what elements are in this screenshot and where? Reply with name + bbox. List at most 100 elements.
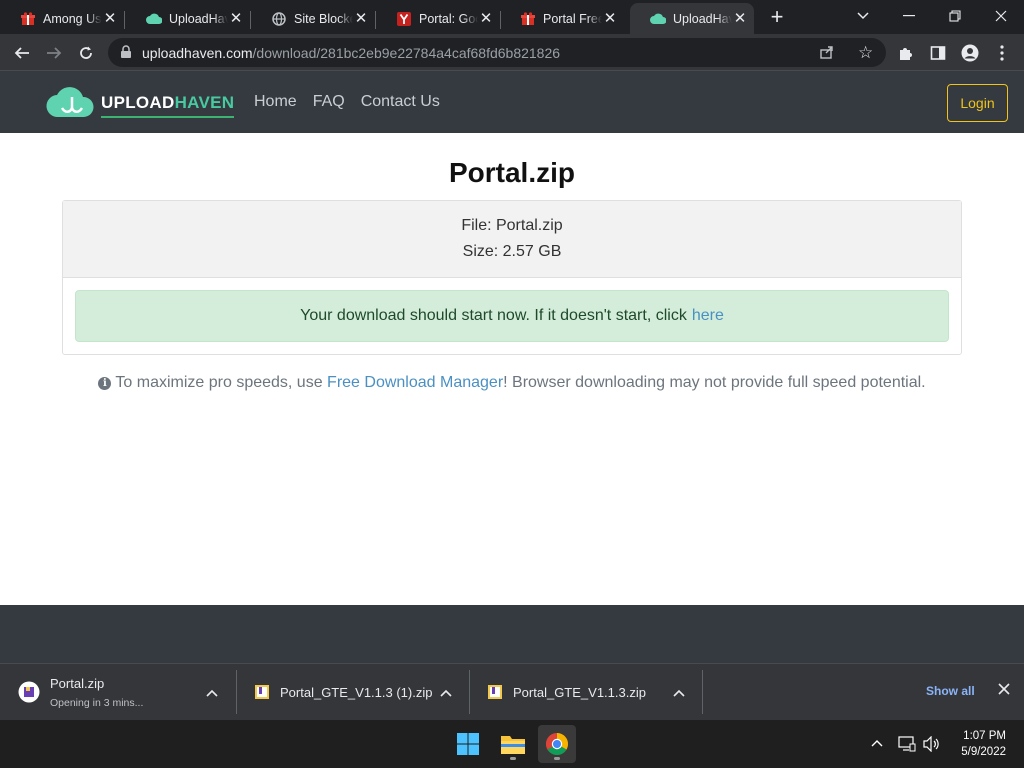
shelf-separator (702, 670, 703, 714)
tray-chevron-up-icon[interactable] (871, 734, 883, 750)
uploadhaven-cloud-logo-icon (46, 81, 96, 126)
chevron-up-icon[interactable] (206, 684, 222, 700)
site-navbar: UPLOADHAVEN Home FAQ Contact Us Login (0, 71, 1024, 133)
file-size-line: Size: 2.57 GB (462, 243, 562, 260)
tab-portal-free[interactable]: Portal Free ✕ (500, 3, 624, 34)
back-arrow-icon[interactable] (8, 39, 36, 67)
nav-home-link[interactable]: Home (254, 93, 297, 111)
address-bar[interactable]: uploadhaven.com/download/281bc2eb9e22784… (108, 38, 886, 67)
chevron-up-icon[interactable] (440, 684, 456, 700)
uploadhaven-cloud-icon (146, 11, 162, 27)
site-footer (0, 605, 1024, 663)
url-text: uploadhaven.com/download/281bc2eb9e22784… (142, 45, 560, 61)
download-item-portal-gte[interactable]: Portal_GTE_V1.1.3.zip (487, 670, 697, 714)
download-status: Opening in 3 mins... (50, 696, 144, 709)
extensions-puzzle-icon[interactable] (892, 39, 920, 67)
restore-icon[interactable] (932, 0, 978, 32)
volume-icon[interactable] (922, 735, 940, 755)
tab-uploadhaven-active[interactable]: UploadHaven ✕ (630, 3, 754, 34)
zip-file-icon (487, 684, 503, 700)
fdm-link[interactable]: Free Download Manager (327, 374, 503, 391)
tab-among-us[interactable]: Among Us | Free ✕ (0, 3, 125, 34)
speed-tip: i To maximize pro speeds, use Free Downlo… (0, 374, 1024, 392)
tab-title: Among Us | Free (43, 11, 102, 26)
menu-kebab-icon[interactable] (988, 39, 1016, 67)
share-icon[interactable] (819, 44, 835, 65)
tab-title: UploadHaven (169, 11, 228, 26)
lock-icon[interactable] (120, 45, 132, 64)
profile-icon[interactable] (956, 39, 984, 67)
minimize-icon[interactable] (886, 0, 932, 32)
tab-close-icon[interactable]: ✕ (602, 10, 618, 27)
tip-text-after: ! Browser downloading may not provide fu… (503, 374, 926, 391)
tip-text-before: To maximize pro speeds, use (115, 374, 323, 391)
tab-title: Site Blocked (294, 11, 353, 26)
tab-search-chevron-icon[interactable] (840, 0, 886, 32)
tab-strip: Among Us | Free ✕ UploadHaven ✕ Site Blo… (0, 0, 1024, 34)
tab-separator (124, 11, 125, 29)
login-button[interactable]: Login (947, 84, 1008, 122)
tab-close-icon[interactable]: ✕ (102, 10, 118, 27)
windows-taskbar: 1:07 PM 5/9/2022 (0, 720, 1024, 768)
zip-file-icon (254, 684, 270, 700)
clock-time: 1:07 PM (963, 730, 1006, 742)
show-all-link[interactable]: Show all (926, 684, 975, 698)
file-name-line: File: Portal.zip (461, 217, 563, 234)
chrome-icon[interactable] (538, 725, 576, 763)
taskbar-running-indicator (510, 757, 516, 760)
file-explorer-icon[interactable] (494, 725, 532, 763)
download-alert: Your download should start now. If it do… (75, 290, 949, 342)
tab-close-icon[interactable]: ✕ (732, 10, 748, 27)
download-filename: Portal.zip (50, 675, 105, 691)
browser-toolbar: uploadhaven.com/download/281bc2eb9e22784… (0, 34, 1024, 71)
download-filename: Portal_GTE_V1.1.3 (1).zip (280, 684, 433, 700)
download-card: File: Portal.zip Size: 2.57 GB Your down… (62, 200, 962, 355)
download-filename: Portal_GTE_V1.1.3.zip (513, 684, 646, 700)
url-path: /download/281bc2eb9e22784a4caf68fd6b8218… (252, 45, 561, 61)
logo-text-upload: UPLOAD (101, 93, 175, 112)
chevron-up-icon[interactable] (673, 684, 689, 700)
new-tab-plus-icon[interactable]: + (766, 6, 788, 29)
red-gift-icon (20, 11, 36, 27)
network-display-icon[interactable] (898, 736, 916, 755)
file-info-header: File: Portal.zip Size: 2.57 GB (63, 201, 961, 278)
side-panel-icon[interactable] (924, 39, 952, 67)
tab-title: UploadHaven (673, 11, 732, 26)
globe-icon (271, 11, 287, 27)
red-gift-icon (520, 11, 536, 27)
forward-arrow-icon[interactable] (40, 39, 68, 67)
zip-file-icon (18, 681, 40, 703)
nav-faq-link[interactable]: FAQ (313, 93, 345, 111)
taskbar-running-indicator (554, 757, 560, 760)
tab-close-icon[interactable]: ✕ (228, 10, 244, 27)
tab-site-blocked[interactable]: Site Blocked ✕ (251, 3, 376, 34)
shelf-close-icon[interactable] (998, 682, 1010, 700)
tab-portal-google[interactable]: Portal: Google ✕ (376, 3, 501, 34)
web-page: UPLOADHAVEN Home FAQ Contact Us Login Po… (0, 71, 1024, 663)
nav-contact-link[interactable]: Contact Us (361, 93, 440, 111)
tab-close-icon[interactable]: ✕ (353, 10, 369, 27)
logo-text-haven: HAVEN (174, 93, 235, 112)
tab-close-icon[interactable]: ✕ (478, 10, 494, 27)
window-close-icon[interactable] (978, 0, 1024, 32)
download-shelf: Portal.zip Opening in 3 mins... Portal_G… (0, 663, 1024, 720)
tab-title: Portal: Google (419, 11, 478, 26)
windows-start-icon[interactable] (449, 725, 487, 763)
alert-text: Your download should start now. If it do… (300, 307, 687, 324)
system-clock[interactable]: 1:07 PM 5/9/2022 (961, 728, 1006, 760)
download-item-portal-gte-1[interactable]: Portal_GTE_V1.1.3 (1).zip (254, 670, 464, 714)
uploadhaven-cloud-icon (650, 11, 666, 27)
bookmark-star-icon[interactable]: ☆ (858, 43, 873, 63)
tab-title: Portal Free (543, 11, 602, 26)
tab-uploadhaven[interactable]: UploadHaven ✕ (126, 3, 251, 34)
alert-here-link[interactable]: here (692, 307, 724, 325)
clock-date: 5/9/2022 (961, 746, 1006, 758)
url-host: uploadhaven.com (142, 45, 253, 61)
site-nav-links: Home FAQ Contact Us (254, 93, 456, 111)
shelf-separator (236, 670, 237, 714)
uploadhaven-logo[interactable]: UPLOADHAVEN (46, 81, 235, 126)
download-item-portal[interactable]: Portal.zip Opening in 3 mins... (18, 670, 228, 714)
file-title: Portal.zip (448, 157, 575, 188)
shelf-separator (469, 670, 470, 714)
reload-icon[interactable] (72, 39, 100, 67)
